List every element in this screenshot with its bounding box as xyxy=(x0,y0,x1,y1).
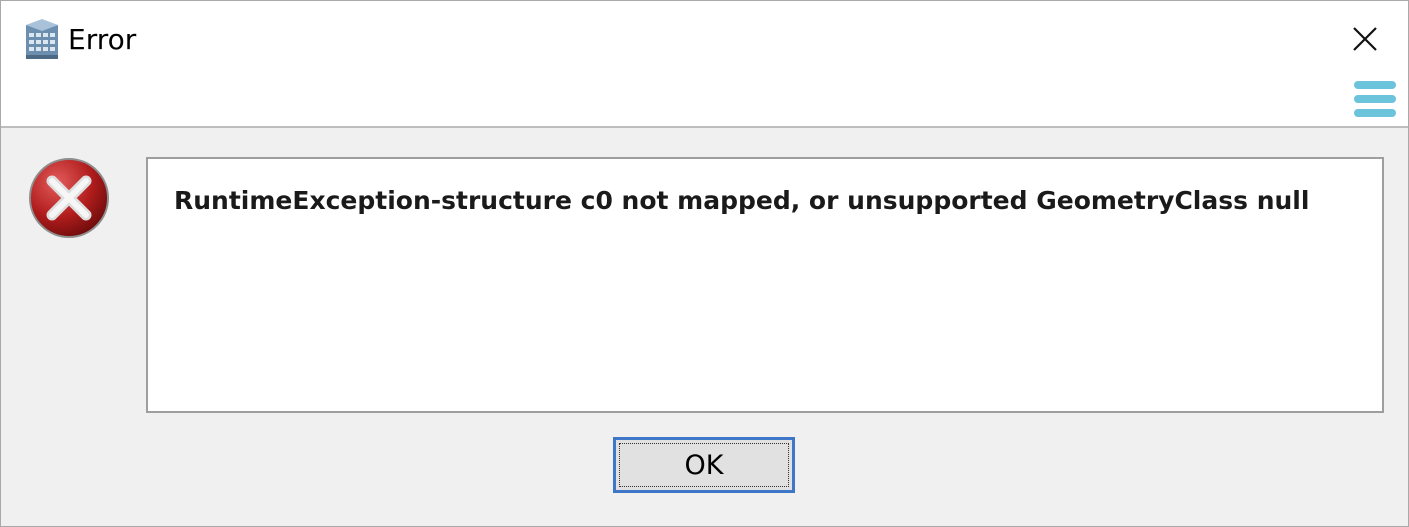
close-button[interactable] xyxy=(1339,15,1391,63)
error-x-icon xyxy=(29,158,109,238)
hamburger-menu-icon[interactable] xyxy=(1354,81,1396,121)
message-area: RuntimeException-structure c0 not mapped… xyxy=(146,157,1384,413)
title-bar[interactable]: Error xyxy=(1,1,1408,128)
app-database-icon xyxy=(26,19,58,59)
error-dialog: Error RuntimeException-structure c0 not … xyxy=(0,0,1409,527)
dialog-title: Error xyxy=(68,23,137,56)
ok-button[interactable]: OK xyxy=(613,437,795,493)
error-message: RuntimeException-structure c0 not mapped… xyxy=(174,186,1310,215)
close-icon xyxy=(1353,27,1377,51)
ok-button-label: OK xyxy=(684,449,724,481)
